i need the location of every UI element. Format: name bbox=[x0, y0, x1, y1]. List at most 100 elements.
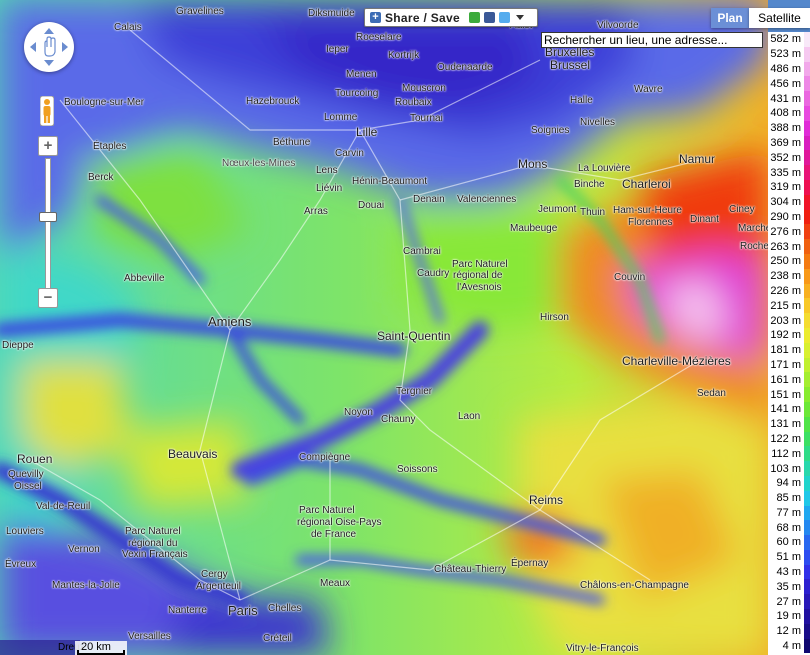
place-label: Paris bbox=[228, 603, 258, 618]
place-label: Laon bbox=[458, 411, 481, 422]
legend-swatch bbox=[804, 61, 810, 77]
elevation-map[interactable]: Gravelines Diksmuide Calais Roeselare Aa… bbox=[0, 0, 768, 655]
place-label: Nœux-les-Mines bbox=[222, 158, 296, 169]
share-icon[interactable] bbox=[468, 12, 480, 23]
legend-swatch bbox=[804, 165, 810, 180]
legend-row: 335 m bbox=[768, 165, 810, 180]
place-label: Cambrai bbox=[403, 246, 441, 257]
place-label: Parc Naturel bbox=[125, 526, 181, 537]
map-type-satellite-button[interactable]: Satellite bbox=[749, 8, 810, 28]
place-label: Hazebrouck bbox=[246, 96, 300, 107]
pan-control[interactable] bbox=[24, 22, 74, 72]
place-label: Brussel bbox=[550, 58, 591, 72]
legend-swatch bbox=[804, 564, 810, 580]
legend-label: 12 m bbox=[776, 625, 801, 638]
legend-label: 122 m bbox=[770, 432, 801, 445]
place-label: Hirson bbox=[540, 312, 569, 323]
legend-label: 369 m bbox=[770, 136, 801, 149]
legend-swatch bbox=[804, 194, 810, 210]
legend-row: 35 m bbox=[768, 579, 810, 595]
place-label: Compiègne bbox=[299, 452, 351, 463]
legend-swatch bbox=[804, 105, 810, 121]
place-label: Liévin bbox=[316, 183, 343, 194]
zoom-in-button[interactable]: + bbox=[38, 136, 58, 156]
place-label: Hénin-Beaumont bbox=[352, 176, 428, 187]
legend-row: 51 m bbox=[768, 549, 810, 565]
legend-label: 151 m bbox=[770, 388, 801, 401]
legend-row: 77 m bbox=[768, 505, 810, 521]
place-label: Gravelines bbox=[176, 6, 224, 17]
legend-swatch bbox=[804, 239, 810, 254]
place-label: Amiens bbox=[208, 314, 252, 329]
legend-row: 456 m bbox=[768, 76, 810, 92]
legend-label: 60 m bbox=[776, 536, 801, 549]
search-input[interactable]: Rechercher un lieu, une adresse... bbox=[541, 32, 763, 48]
place-label: Kortrijk bbox=[388, 50, 420, 61]
place-label: Ieper bbox=[326, 44, 349, 55]
legend-swatch bbox=[804, 490, 810, 506]
legend-swatch bbox=[804, 135, 810, 151]
place-label: Château-Thierry bbox=[434, 564, 507, 575]
legend-swatch bbox=[804, 401, 810, 417]
place-label: Béthune bbox=[273, 137, 311, 148]
legend-row: 103 m bbox=[768, 461, 810, 476]
facebook-icon[interactable] bbox=[483, 12, 495, 23]
legend-row: 352 m bbox=[768, 150, 810, 166]
place-label: Charleville-Mézières bbox=[622, 354, 731, 368]
place-label: Étaples bbox=[93, 141, 127, 152]
legend-row: 238 m bbox=[768, 268, 810, 284]
place-label: Berck bbox=[88, 172, 114, 183]
legend-swatch bbox=[804, 431, 810, 447]
map-type-plan-button[interactable]: Plan bbox=[711, 8, 749, 28]
legend-label: 523 m bbox=[770, 48, 801, 61]
legend-label: 43 m bbox=[776, 566, 801, 579]
place-label: Parc Naturel bbox=[452, 259, 508, 270]
zoom-slider-thumb[interactable] bbox=[39, 212, 57, 222]
legend-row: 122 m bbox=[768, 431, 810, 447]
legend-label: 171 m bbox=[770, 358, 801, 371]
legend-label: 51 m bbox=[776, 551, 801, 564]
legend-swatch bbox=[804, 638, 810, 654]
place-label: Maubeuge bbox=[510, 223, 558, 234]
street-view-pegman-icon[interactable] bbox=[39, 95, 55, 127]
legend-swatch bbox=[804, 594, 810, 610]
place-label: Florennes bbox=[628, 217, 673, 228]
legend-row: 408 m bbox=[768, 105, 810, 121]
legend-label: 19 m bbox=[776, 610, 801, 623]
legend-swatch bbox=[804, 342, 810, 358]
legend-swatch bbox=[804, 150, 810, 166]
legend-label: 335 m bbox=[770, 166, 801, 179]
place-label: Vilvoorde bbox=[597, 20, 639, 31]
twitter-icon[interactable] bbox=[498, 12, 510, 23]
zoom-slider-track[interactable] bbox=[45, 158, 51, 290]
legend-row: 319 m bbox=[768, 179, 810, 195]
place-label: Cergy bbox=[201, 569, 228, 580]
legend-swatch bbox=[804, 446, 810, 462]
place-label: Louviers bbox=[6, 526, 44, 537]
legend-swatch bbox=[804, 298, 810, 314]
legend-row: 250 m bbox=[768, 253, 810, 269]
legend-label: 181 m bbox=[770, 344, 801, 357]
legend-label: 94 m bbox=[776, 477, 801, 490]
place-label: Tourcoing bbox=[335, 88, 379, 99]
share-save-button[interactable]: + Share / Save bbox=[364, 8, 538, 27]
place-label: Dieppe bbox=[2, 340, 34, 351]
place-label: Saint-Quentin bbox=[377, 329, 451, 343]
legend-label: 85 m bbox=[776, 492, 801, 505]
place-label: Namur bbox=[679, 152, 716, 166]
dropdown-arrow-icon[interactable] bbox=[515, 15, 524, 20]
legend-swatch bbox=[804, 32, 810, 47]
place-label: Argenteuil bbox=[196, 581, 242, 592]
place-label: Oissel bbox=[14, 481, 42, 492]
legend-label: 192 m bbox=[770, 329, 801, 342]
legend-row: 192 m bbox=[768, 327, 810, 343]
legend-row: 68 m bbox=[768, 520, 810, 536]
legend-row: 12 m bbox=[768, 623, 810, 639]
legend-swatch bbox=[804, 268, 810, 284]
place-label: Roubaix bbox=[395, 97, 432, 108]
zoom-out-button[interactable]: − bbox=[38, 288, 58, 308]
place-label: Sedan bbox=[697, 388, 726, 399]
place-label: Couvin bbox=[614, 272, 646, 283]
place-label: Calais bbox=[114, 22, 142, 33]
legend-swatch bbox=[804, 179, 810, 195]
